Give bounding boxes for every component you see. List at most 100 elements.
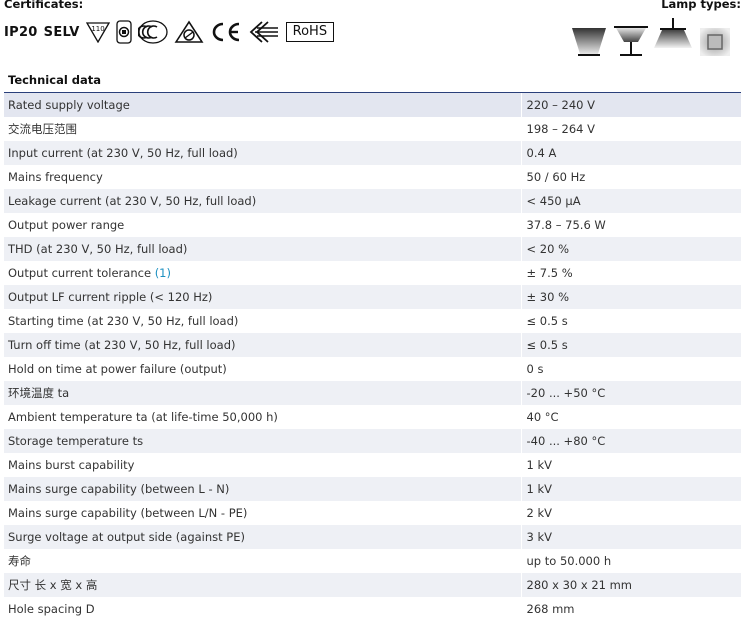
square-panel-icon (700, 28, 730, 56)
spec-label-cell: Leakage current (at 230 V, 50 Hz, full l… (4, 189, 522, 213)
table-row: 尺寸 长 x 宽 x 高 280 x 30 x 21 mm (4, 573, 741, 597)
spec-value: 1 kV (521, 477, 741, 501)
spec-value: 1 kV (526, 458, 553, 472)
table-row: Surge voltage at output side (against PE… (4, 525, 741, 549)
spec-label: Leakage current (at 230 V, 50 Hz, full l… (8, 194, 257, 208)
spec-value: 220 – 240 V (521, 93, 741, 117)
spec-label-cell: Hold on time at power failure (output) (4, 357, 522, 381)
technical-data-title: Technical data (8, 73, 102, 87)
table-row: Turn off time (at 230 V, 50 Hz, full loa… (4, 333, 741, 357)
spec-label-cell: Mains surge capability (between L/N - PE… (4, 501, 522, 525)
table-row: Mains frequency 50 / 60 Hz (4, 165, 741, 189)
spec-label-cell: Ambient temperature ta (at life-time 50,… (4, 405, 522, 429)
spec-value: ± 7.5 % (526, 266, 573, 280)
spec-value: 268 mm (526, 602, 575, 616)
spec-label: Output current tolerance (8, 266, 152, 280)
table-row: 环境温度 ta -20 ... +50 °C (4, 381, 741, 405)
spec-value: ≤ 0.5 s (521, 333, 741, 357)
table-row: Input current (at 230 V, 50 Hz, full loa… (4, 141, 741, 165)
spec-label-cell: THD (at 230 V, 50 Hz, full load) (4, 237, 522, 261)
table-row: Mains surge capability (between L - N) 1 … (4, 477, 741, 501)
table-row: Output power range 37.8 – 75.6 W (4, 213, 741, 237)
spec-value: 50 / 60 Hz (526, 170, 586, 184)
spec-label: Rated supply voltage (8, 98, 130, 112)
spec-label-cell: Rated supply voltage (4, 93, 522, 117)
spec-value: 2 kV (526, 506, 553, 520)
spec-value: 280 x 30 x 21 mm (521, 573, 741, 597)
spec-value: 37.8 – 75.6 W (526, 218, 606, 232)
spec-label-cell: Mains frequency (4, 165, 522, 189)
spec-label-cell: Turn off time (at 230 V, 50 Hz, full loa… (4, 333, 522, 357)
spec-label-cell: Storage temperature ts (4, 429, 522, 453)
emc-icon (248, 20, 280, 44)
spec-label: 寿命 (8, 554, 31, 568)
table-row: Output LF current ripple (< 120 Hz) ± 30 … (4, 285, 741, 309)
spec-label-cell: Starting time (at 230 V, 50 Hz, full loa… (4, 309, 522, 333)
spec-value: 0.4 A (521, 141, 741, 165)
spec-label-cell: Mains burst capability (4, 453, 522, 477)
spec-value: ≤ 0.5 s (526, 314, 568, 328)
certificates-row: IP20 SELV 110 RoHS (4, 18, 335, 46)
lamp-types-title: Lamp types: (661, 0, 741, 11)
table-row: Mains burst capability 1 kV (4, 453, 741, 477)
table-row: Rated supply voltage 220 – 240 V (4, 93, 741, 117)
pendant-lamp-icon (654, 18, 692, 48)
spec-label-cell: Output current tolerance (1) (4, 261, 522, 285)
spec-value: -20 ... +50 °C (521, 381, 741, 405)
spec-value: < 450 µA (521, 189, 741, 213)
spec-value: 40 °C (526, 410, 559, 424)
table-row: Starting time (at 230 V, 50 Hz, full loa… (4, 309, 741, 333)
spec-value: 3 kV (521, 525, 741, 549)
rcm-icon (137, 20, 168, 44)
spec-label-cell: 交流电压范围 (4, 117, 522, 141)
table-row: Leakage current (at 230 V, 50 Hz, full l… (4, 189, 741, 213)
enec-icon (174, 20, 204, 44)
spec-label: Starting time (at 230 V, 50 Hz, full loa… (8, 314, 239, 328)
certificates-title: Certificates: (4, 0, 84, 11)
spec-value: -40 ... +80 °C (521, 429, 741, 453)
spec-label: Ambient temperature ta (at life-time 50,… (8, 410, 278, 424)
spec-label: Mains frequency (8, 170, 103, 184)
spec-label-cell: Mains surge capability (between L - N) (4, 477, 522, 501)
footnote-link[interactable]: (1) (155, 266, 171, 280)
table-row: 寿命 up to 50.000 h (4, 549, 741, 573)
spec-label-cell: Surge voltage at output side (against PE… (4, 525, 522, 549)
spec-label: THD (at 230 V, 50 Hz, full load) (8, 242, 188, 256)
lamp-types-row (570, 18, 734, 58)
spec-label-cell: Input current (at 230 V, 50 Hz, full loa… (4, 141, 522, 165)
header-row: Certificates: Lamp types: (0, 0, 745, 16)
spec-value: < 20 % (521, 237, 741, 261)
spec-label: Input current (at 230 V, 50 Hz, full loa… (8, 146, 238, 160)
spec-label: 交流电压范围 (8, 122, 77, 136)
spec-label-cell: 环境温度 ta (4, 381, 522, 405)
spec-label-cell: Hole spacing D (4, 597, 522, 618)
table-row: Output current tolerance (1) ± 7.5 % (4, 261, 741, 285)
rohs-icon: RoHS (285, 22, 335, 42)
spec-value: 198 – 264 V (526, 122, 595, 136)
spec-label: Storage temperature ts (8, 434, 144, 448)
table-lamp-icon (614, 26, 648, 56)
spec-label: Hole spacing D (8, 602, 95, 616)
ip-rating: IP20 (4, 24, 38, 40)
spec-label-cell: Output power range (4, 213, 522, 237)
table-row: Ambient temperature ta (at life-time 50,… (4, 405, 741, 429)
spec-label: Hold on time at power failure (output) (8, 362, 227, 376)
spec-label: 环境温度 ta (8, 386, 70, 400)
ce-icon (210, 20, 242, 44)
spec-value: ± 30 % (521, 285, 741, 309)
spec-label: 尺寸 长 x 宽 x 高 (8, 578, 98, 592)
spec-label: Mains surge capability (between L/N - PE… (8, 506, 248, 520)
table-row: 交流电压范围 198 – 264 V (4, 117, 741, 141)
spec-label-cell: 寿命 (4, 549, 522, 573)
table-row: THD (at 230 V, 50 Hz, full load) < 20 % (4, 237, 741, 261)
spec-label: Output LF current ripple (< 120 Hz) (8, 290, 213, 304)
table-row: Hold on time at power failure (output) 0 … (4, 357, 741, 381)
downlight-beam-icon (572, 28, 606, 56)
table-row: Hole spacing D 268 mm (4, 597, 741, 618)
technical-data-table: Rated supply voltage 220 – 240 V 交流电压范围 198… (4, 93, 741, 618)
selv-mark: SELV (43, 24, 80, 40)
spec-label: Turn off time (at 230 V, 50 Hz, full loa… (8, 338, 236, 352)
double-insulation-icon (116, 20, 132, 44)
spec-label-cell: Output LF current ripple (< 120 Hz) (4, 285, 522, 309)
spec-label-cell: 尺寸 长 x 宽 x 高 (4, 573, 522, 597)
